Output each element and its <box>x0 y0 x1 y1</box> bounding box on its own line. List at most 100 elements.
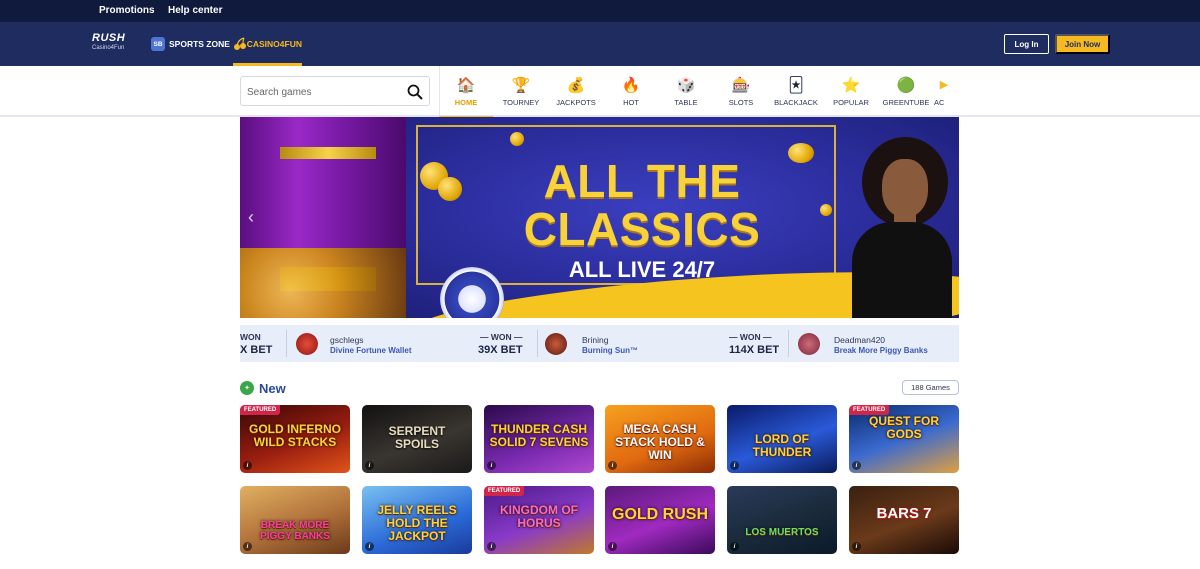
info-icon[interactable]: i <box>365 542 374 551</box>
category-label: BLACKJACK <box>774 98 818 107</box>
category-blackjack[interactable]: 🃏 BLACKJACK <box>769 66 823 117</box>
category-slots[interactable]: 🎰 SLOTS <box>714 66 768 117</box>
divider <box>286 330 287 357</box>
game-title: GOLD RUSH <box>612 506 708 523</box>
game-thumbnail-icon <box>798 333 820 355</box>
category-label: TABLE <box>674 98 698 107</box>
winner-game: Burning Sun™ <box>582 346 638 355</box>
game-tile[interactable]: THUNDER CASH SOLID 7 SEVENS i <box>484 405 594 473</box>
win-multiplier: 39X BET <box>478 344 523 356</box>
category-label: AC <box>934 98 945 107</box>
utility-bar: Promotions Help center <box>0 0 1200 22</box>
win-multiplier: X BET <box>240 344 273 356</box>
info-icon[interactable]: i <box>243 542 252 551</box>
category-partial[interactable]: ▶ AC <box>934 66 959 117</box>
info-icon[interactable]: i <box>730 461 739 470</box>
featured-badge: FEATURED <box>240 405 281 415</box>
category-table[interactable]: 🎲 TABLE <box>659 66 713 117</box>
category-label: TOURNEY <box>502 98 540 107</box>
category-tourney[interactable]: 🏆 TOURNEY <box>494 66 548 117</box>
jackpot-icon: 💰 <box>566 76 586 94</box>
chips-icon: 🎲 <box>676 76 696 94</box>
game-count-button[interactable]: 188 Games <box>902 380 959 395</box>
gold-coin-art <box>510 132 524 146</box>
won-label: — WON — <box>480 332 523 342</box>
game-tile[interactable]: LORD OF THUNDER i <box>727 405 837 473</box>
game-title: SERPENT SPOILS <box>388 424 446 451</box>
info-icon[interactable]: i <box>365 461 374 470</box>
sportsbook-badge-icon: SB <box>151 37 165 51</box>
game-title: LOS MUERTOS <box>745 527 819 538</box>
brand-tab-casino4fun[interactable]: CASINO4FUN <box>233 22 302 66</box>
search-input[interactable] <box>247 83 407 101</box>
category-home[interactable]: 🏠 HOME <box>439 66 493 119</box>
info-icon[interactable]: i <box>608 542 617 551</box>
game-tile[interactable]: FEATURED KINGDOM OF HORUS i <box>484 486 594 554</box>
winner-username: Brining <box>582 335 609 345</box>
game-title: MEGA CASH STACK HOLD & WIN <box>615 422 705 462</box>
join-now-button[interactable]: Join Now <box>1055 34 1110 54</box>
category-popular[interactable]: ⭐ POPULAR <box>824 66 878 117</box>
info-icon[interactable]: i <box>487 542 496 551</box>
info-icon[interactable]: i <box>852 461 861 470</box>
game-tile[interactable]: LOS MUERTOS i <box>727 486 837 554</box>
carousel-prev-arrow-icon[interactable]: ‹ <box>248 207 254 228</box>
new-section-header: ✦ New <box>240 379 286 397</box>
promotions-link[interactable]: Promotions <box>99 5 155 16</box>
info-icon[interactable]: i <box>852 542 861 551</box>
gold-coin-art <box>438 177 462 201</box>
site-header: RUSH Casino4Fun SB SPORTS ZONE CASINO4FU… <box>0 22 1200 66</box>
game-tile[interactable]: BREAK MORE PIGGY BANKS i <box>240 486 350 554</box>
category-jackpots[interactable]: 💰 JACKPOTS <box>549 66 603 117</box>
winner-game: Break More Piggy Banks <box>834 346 928 355</box>
game-thumbnail-icon <box>545 333 567 355</box>
winner-username: gschlegs <box>330 335 364 345</box>
hero-banner[interactable]: ALL THE CLASSICS ALL LIVE 24/7 ‹ <box>240 117 959 318</box>
play-icon: ▶ <box>939 78 949 91</box>
info-icon[interactable]: i <box>730 542 739 551</box>
winner-item[interactable]: Deadman420 Break More Piggy Banks <box>794 325 959 362</box>
winner-item[interactable]: WON X BET <box>240 325 284 362</box>
house-icon: 🏠 <box>456 76 476 94</box>
winner-username: Deadman420 <box>834 335 886 345</box>
cards-icon: 🃏 <box>788 76 804 94</box>
game-tile[interactable]: MEGA CASH STACK HOLD & WIN i <box>605 405 715 473</box>
info-icon[interactable]: i <box>608 461 617 470</box>
category-greentube[interactable]: 🟢 GREENTUBE <box>879 66 933 117</box>
game-tile[interactable]: FEATURED QUEST FOR GODS i <box>849 405 959 473</box>
category-label: HOME <box>454 98 478 107</box>
live-dealer-image <box>852 137 952 318</box>
game-tile[interactable]: SERPENT SPOILS i <box>362 405 472 473</box>
greentube-icon: 🟢 <box>896 76 916 94</box>
game-title: BREAK MORE PIGGY BANKS <box>260 520 330 542</box>
game-title: QUEST FOR GODS <box>868 414 939 441</box>
game-tile[interactable]: JELLY REELS HOLD THE JACKPOT i <box>362 486 472 554</box>
winner-item[interactable]: gschlegs Divine Fortune Wallet — WON — 3… <box>292 325 532 362</box>
game-tile[interactable]: BARS 7 i <box>849 486 959 554</box>
info-icon[interactable]: i <box>487 461 496 470</box>
rush-logo[interactable]: RUSH Casino4Fun <box>92 32 138 56</box>
category-label: SLOTS <box>728 98 754 107</box>
logo-subtext: Casino4Fun <box>92 45 125 51</box>
log-in-button[interactable]: Log In <box>1004 34 1049 54</box>
hero-subline: ALL LIVE 24/7 <box>568 257 716 282</box>
star-badge-icon: ⭐ <box>841 76 861 94</box>
category-hot[interactable]: 🔥 HOT <box>604 66 658 117</box>
gold-coin-art <box>820 204 832 216</box>
win-multiplier: 114X BET <box>729 344 780 356</box>
hero-headline: ALL THE CLASSICS <box>523 155 761 255</box>
help-center-link[interactable]: Help center <box>168 5 222 16</box>
winner-item[interactable]: Brining Burning Sun™ — WON — 114X BET <box>543 325 785 362</box>
game-title: JELLY REELS HOLD THE JACKPOT <box>377 503 457 543</box>
flame-icon: 🔥 <box>621 76 641 94</box>
game-tile[interactable]: FEATURED GOLD INFERNO WILD STACKS i <box>240 405 350 473</box>
category-label: HOT <box>623 98 639 107</box>
new-badge-icon: ✦ <box>240 381 254 395</box>
game-tile[interactable]: GOLD RUSH i <box>605 486 715 554</box>
search-icon[interactable] <box>407 84 423 100</box>
brand-tab-sports-zone[interactable]: SB SPORTS ZONE <box>151 22 230 66</box>
brand-tab-label: CASINO4FUN <box>246 39 302 49</box>
info-icon[interactable]: i <box>243 461 252 470</box>
game-title: LORD OF THUNDER <box>752 432 812 459</box>
gold-coins-art <box>240 248 406 318</box>
